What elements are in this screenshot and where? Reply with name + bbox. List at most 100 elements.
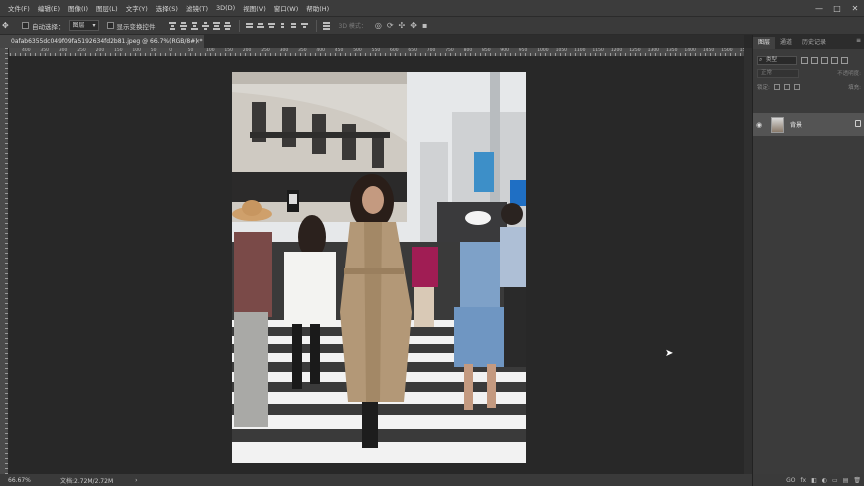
tab-channels[interactable]: 通道 <box>775 37 797 49</box>
separator <box>315 19 317 32</box>
vertical-scrollbar[interactable] <box>744 48 752 474</box>
close-button[interactable]: ✕ <box>846 0 864 16</box>
document-tab-bar: 0afab6355dc049f09fa5192634fd2b81.jpeg @ … <box>0 35 744 48</box>
menu-filter[interactable]: 滤镜(T) <box>182 3 212 13</box>
ruler-label: 1300 <box>647 48 660 53</box>
roll-3d-icon[interactable]: ⟳ <box>387 21 394 30</box>
tab-layers[interactable]: 图层 <box>753 37 776 49</box>
link-layers-icon[interactable]: GO <box>786 477 795 484</box>
maximize-button[interactable]: □ <box>828 0 846 16</box>
window-controls: — □ ✕ <box>810 0 864 16</box>
vertical-ruler <box>0 48 9 474</box>
3d-tools: ◎ ⟳ ✣ ✥ ▪ <box>375 21 428 30</box>
layer-lock-icon <box>855 120 861 127</box>
kind-filter-select[interactable]: 类型 <box>757 55 797 65</box>
lock-position-icon[interactable] <box>783 84 790 90</box>
pixel-filter-icon[interactable] <box>801 56 808 64</box>
layer-row-background[interactable]: ◉ 背景 <box>753 113 864 136</box>
status-menu-arrow[interactable]: › <box>135 477 137 484</box>
ruler-ticks <box>0 53 744 56</box>
ruler-label: 400 <box>316 48 325 53</box>
lock-pixels-icon[interactable] <box>773 84 780 90</box>
panel-footer: GO fx ◧ ◐ ▭ ▤ 🗑 <box>753 474 864 486</box>
adjustment-layer-icon[interactable]: ◐ <box>822 477 827 484</box>
layer-style-icon[interactable]: fx <box>800 477 806 484</box>
layers-panel: 图层 通道 历史记录 ≡ 类型 正常 不透明度: 锁定: 填充: <box>752 35 864 486</box>
distribute-vcenter-icon[interactable] <box>256 21 265 31</box>
ruler-label: 200 <box>95 48 105 53</box>
align-top-icon[interactable] <box>168 21 177 31</box>
document-tab[interactable]: 0afab6355dc049f09fa5192634fd2b81.jpeg @ … <box>0 35 204 48</box>
ruler-label: 350 <box>298 48 307 53</box>
menu-image[interactable]: 图像(I) <box>64 3 92 13</box>
ruler-ticks <box>5 48 8 474</box>
delete-layer-icon[interactable]: 🗑 <box>853 477 861 484</box>
ruler-label: 250 <box>261 48 270 53</box>
menu-3d[interactable]: 3D(D) <box>212 4 239 12</box>
menu-file[interactable]: 文件(F) <box>0 3 34 13</box>
ruler-label: 650 <box>408 48 417 53</box>
filter-row: 类型 <box>757 55 861 65</box>
zoom-level[interactable]: 66.67% <box>8 477 42 484</box>
ruler-label: 50 <box>150 48 157 53</box>
add-mask-icon[interactable]: ◧ <box>811 477 817 484</box>
align-bottom-icon[interactable] <box>190 21 199 31</box>
align-right-icon[interactable] <box>223 21 232 31</box>
ruler-label: 200 <box>242 48 252 53</box>
distribute-left-icon[interactable] <box>278 21 287 31</box>
show-transform-checkbox[interactable] <box>106 22 114 29</box>
orbit-3d-icon[interactable]: ◎ <box>375 21 382 30</box>
mouse-cursor-icon: ➤ <box>665 348 674 359</box>
new-group-icon[interactable]: ▭ <box>832 477 838 484</box>
separator <box>238 19 240 32</box>
document-title: 0afab6355dc049f09fa5192634fd2b81.jpeg @ … <box>11 38 203 45</box>
distribute-bottom-icon[interactable] <box>267 21 276 31</box>
panel-menu-icon[interactable]: ≡ <box>856 37 861 44</box>
menu-window[interactable]: 窗口(W) <box>270 3 303 13</box>
minimize-button[interactable]: — <box>810 0 828 16</box>
distribute-hcenter-icon[interactable] <box>289 21 298 31</box>
slide-3d-icon[interactable]: ✥ <box>410 21 417 30</box>
options-bar: ✥ 自动选择： 图层 显示变换控件 3D 模式： ◎ ⟳ ✣ ✥ ▪ <box>0 16 864 35</box>
menu-select[interactable]: 选择(S) <box>152 3 182 13</box>
ruler-label: 50 <box>187 48 194 53</box>
new-layer-icon[interactable]: ▤ <box>843 477 849 484</box>
auto-select-checkbox[interactable] <box>22 22 29 29</box>
menu-help[interactable]: 帮助(H) <box>302 3 333 13</box>
close-tab-icon[interactable]: × <box>195 35 200 48</box>
visibility-eye-icon[interactable]: ◉ <box>756 121 768 129</box>
blend-mode-select[interactable]: 正常 <box>757 69 799 78</box>
smart-object-filter-icon[interactable] <box>841 56 848 64</box>
blend-row: 正常 不透明度: <box>757 69 861 79</box>
align-vcenter-icon[interactable] <box>179 21 188 31</box>
align-left-icon[interactable] <box>201 21 210 31</box>
shape-filter-icon[interactable] <box>831 56 838 64</box>
auto-select-dropdown[interactable]: 图层 <box>68 20 99 31</box>
lock-row: 锁定: 填充: <box>757 82 861 92</box>
menu-type[interactable]: 文字(Y) <box>122 3 152 13</box>
scale-3d-icon[interactable]: ▪ <box>422 21 427 30</box>
menu-bar: 文件(F) 编辑(E) 图像(I) 图层(L) 文字(Y) 选择(S) 滤镜(T… <box>0 0 864 16</box>
menu-layer[interactable]: 图层(L) <box>92 3 122 13</box>
mode-3d-label: 3D 模式： <box>338 23 367 30</box>
align-hcenter-icon[interactable] <box>212 21 221 31</box>
menu-view[interactable]: 视图(V) <box>239 3 270 13</box>
ruler-label: 900 <box>500 48 509 53</box>
distribute-top-icon[interactable] <box>245 21 254 31</box>
distribute-buttons <box>245 21 311 31</box>
adjustment-filter-icon[interactable] <box>811 56 818 64</box>
show-transform-label: 显示变换控件 <box>116 22 156 31</box>
document-photo[interactable] <box>232 72 526 463</box>
ruler-label: 400 <box>22 48 31 53</box>
pan-3d-icon[interactable]: ✣ <box>399 21 406 30</box>
move-tool-icon[interactable]: ✥ <box>2 20 14 32</box>
menu-edit[interactable]: 编辑(E) <box>34 3 64 13</box>
tab-history[interactable]: 历史记录 <box>797 37 831 49</box>
type-filter-icon[interactable] <box>821 56 828 64</box>
ruler-label: 600 <box>390 48 399 53</box>
document-size: 文档:2.72M/2.72M <box>60 477 114 485</box>
distribute-right-icon[interactable] <box>300 21 309 31</box>
lock-all-icon[interactable] <box>793 84 800 90</box>
auto-align-icon[interactable] <box>322 21 331 31</box>
filter-icons <box>801 56 848 64</box>
